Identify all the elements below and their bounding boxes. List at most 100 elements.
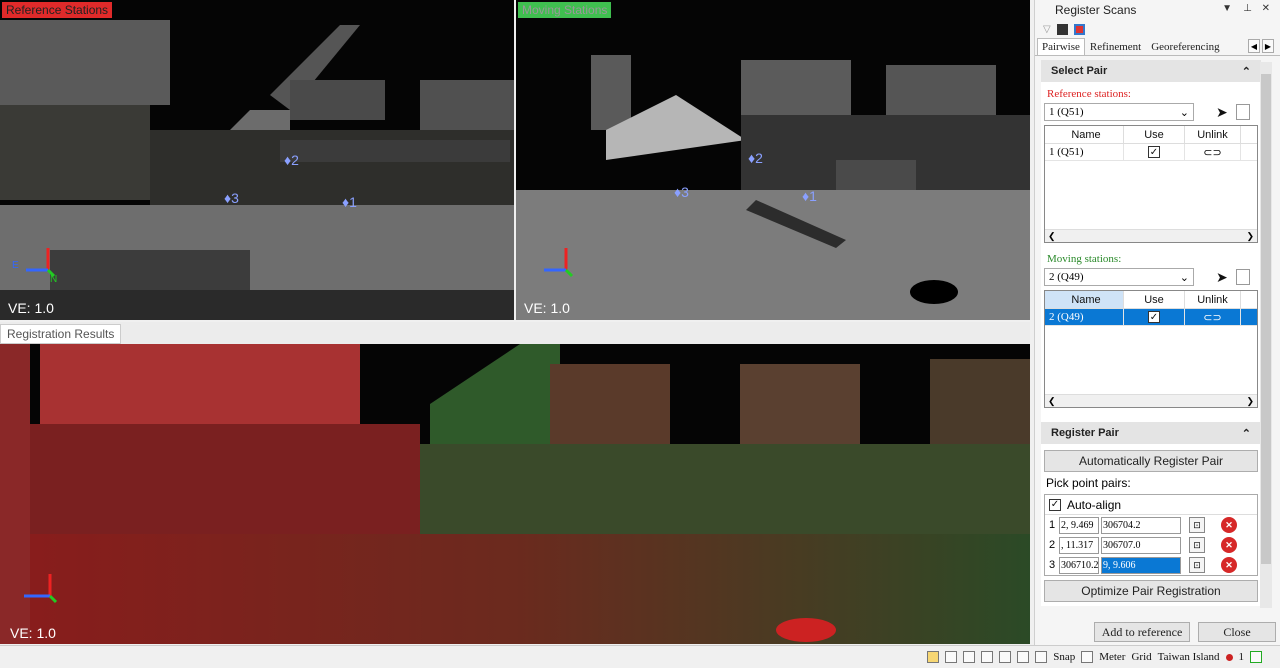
reference-ve-label: VE: 1.0 <box>8 300 54 316</box>
snap-toggle[interactable]: Snap <box>1053 651 1075 663</box>
tab-refinement[interactable]: Refinement <box>1085 38 1146 55</box>
locate-icon[interactable]: ⊡ <box>1189 557 1205 573</box>
grid-tool-icon[interactable] <box>981 651 994 663</box>
pick-arrow-icon[interactable]: ➤ <box>1216 269 1228 286</box>
locate-icon[interactable]: ⊡ <box>1189 517 1205 533</box>
axis-tool-icon[interactable] <box>1035 651 1048 663</box>
register-scans-panel: Register Scans ▼ ⊥ ✕ ▽ Pairwise Refineme… <box>1034 0 1280 645</box>
col-name[interactable]: Name <box>1045 291 1124 308</box>
close-icon[interactable]: ✕ <box>1262 3 1270 14</box>
col-use[interactable]: Use <box>1124 291 1185 308</box>
auto-register-button[interactable]: Automatically Register Pair <box>1044 450 1258 472</box>
moving-point-cloud <box>516 0 1030 320</box>
tab-georeferencing[interactable]: Georeferencing <box>1146 38 1224 55</box>
axis-e-label: E <box>12 260 19 271</box>
cube-icon[interactable] <box>1073 23 1085 35</box>
select-tool-icon[interactable] <box>927 651 940 663</box>
pin-icon[interactable]: ⊥ <box>1243 3 1252 14</box>
pair-a-input[interactable]: , 11.317 <box>1059 536 1099 554</box>
pick-box[interactable] <box>1235 269 1250 285</box>
lasso-icon[interactable] <box>945 651 958 663</box>
register-pair-header[interactable]: Register Pair ⌃ <box>1041 422 1261 444</box>
record-icon <box>1225 653 1233 661</box>
point-pair-row[interactable]: 3 306710.2 9, 9.606 ⊡ ✕ <box>1045 555 1257 575</box>
point-pairs-box: ✓ Auto-align 1 2, 9.469 306704.2 ⊡ ✕ 2 ,… <box>1044 494 1258 576</box>
units-icon <box>1081 651 1094 663</box>
registration-results-view[interactable]: VE: 1.0 <box>0 344 1030 644</box>
angle-icon[interactable] <box>1017 651 1030 663</box>
moving-stations-label: Moving stations: <box>1047 253 1122 265</box>
col-unlink[interactable]: Unlink <box>1185 126 1241 143</box>
table-row[interactable]: 2 (Q49) ✓ ⊂⊃ <box>1045 309 1257 326</box>
panel-title-bar: Register Scans ▼ ⊥ ✕ <box>1035 0 1280 20</box>
pick-box[interactable] <box>1235 104 1250 120</box>
status-bar: Snap Meter Grid Taiwan Island 1 <box>0 645 1280 668</box>
close-button[interactable]: Close <box>1198 622 1276 642</box>
reference-stations-select[interactable]: 1 (Q51) ⌄ <box>1044 103 1194 121</box>
station-marker-2[interactable]: ♦2 <box>748 150 763 166</box>
collapse-icon[interactable]: ⌃ <box>1242 427 1251 440</box>
tab-right-icon[interactable]: ▶ <box>1262 39 1274 53</box>
panel-toolbar: ▽ <box>1035 20 1280 38</box>
point-pair-row[interactable]: 1 2, 9.469 306704.2 ⊡ ✕ <box>1045 515 1257 535</box>
col-unlink[interactable]: Unlink <box>1185 291 1241 308</box>
units-label[interactable]: Meter <box>1099 651 1125 663</box>
measure-icon[interactable] <box>999 651 1012 663</box>
chevron-down-icon: ⌄ <box>1179 271 1189 284</box>
grid-hscroll[interactable]: ❮ ❯ <box>1045 229 1257 242</box>
reference-stations-label: Reference stations: <box>1047 88 1131 100</box>
location-label[interactable]: Taiwan Island <box>1158 651 1220 663</box>
axis-n-label: N <box>50 274 57 284</box>
delete-icon[interactable]: ✕ <box>1221 557 1237 573</box>
reference-stations-view[interactable]: Reference Stations ♦2 ♦3 ♦1 E N VE: 1.0 <box>0 0 514 320</box>
col-name[interactable]: Name <box>1045 126 1124 143</box>
chevron-down-icon: ⌄ <box>1179 106 1189 119</box>
use-checkbox[interactable]: ✓ <box>1148 311 1160 323</box>
filter-icon[interactable]: ▽ <box>1043 24 1051 35</box>
collapse-icon[interactable]: ⌃ <box>1242 65 1251 78</box>
network-icon[interactable] <box>1250 651 1262 663</box>
pair-b-input[interactable]: 9, 9.606 <box>1101 556 1181 574</box>
pair-b-input[interactable]: 306704.2 <box>1101 516 1181 534</box>
moving-stations-view[interactable]: Moving Stations ♦2 ♦3 ♦1 VE: 1.0 <box>516 0 1030 320</box>
delete-icon[interactable]: ✕ <box>1221 537 1237 553</box>
table-row[interactable]: 1 (Q51) ✓ ⊂⊃ <box>1045 144 1257 161</box>
count-label: 1 <box>1238 651 1245 663</box>
results-header: Registration Results <box>0 322 1030 344</box>
col-use[interactable]: Use <box>1124 126 1185 143</box>
dropdown-icon[interactable]: ▼ <box>1222 3 1232 14</box>
unlink-icon[interactable]: ⊂⊃ <box>1185 144 1241 160</box>
fence-icon[interactable] <box>963 651 976 663</box>
panel-scrollbar[interactable] <box>1260 62 1272 608</box>
optimize-pair-button[interactable]: Optimize Pair Registration <box>1044 580 1258 602</box>
pick-arrow-icon[interactable]: ➤ <box>1216 104 1228 121</box>
station-marker-3[interactable]: ♦3 <box>224 190 239 206</box>
register-pair-body: Automatically Register Pair Pick point p… <box>1041 444 1261 606</box>
use-checkbox[interactable]: ✓ <box>1148 146 1160 158</box>
station-marker-2[interactable]: ♦2 <box>284 152 299 168</box>
pair-a-input[interactable]: 2, 9.469 <box>1059 516 1099 534</box>
moving-stations-select[interactable]: 2 (Q49) ⌄ <box>1044 268 1194 286</box>
station-marker-1[interactable]: ♦1 <box>802 188 817 204</box>
reference-stations-grid[interactable]: Name Use Unlink 1 (Q51) ✓ ⊂⊃ ❮ ❯ <box>1044 125 1258 243</box>
point-pair-row[interactable]: 2 , 11.317 306707.0 ⊡ ✕ <box>1045 535 1257 555</box>
station-marker-1[interactable]: ♦1 <box>342 194 357 210</box>
pair-a-input[interactable]: 306710.2 <box>1059 556 1099 574</box>
select-pair-header[interactable]: Select Pair ⌃ <box>1041 60 1261 82</box>
auto-align-checkbox[interactable]: ✓ <box>1049 498 1061 511</box>
station-marker-3[interactable]: ♦3 <box>674 184 689 200</box>
delete-icon[interactable]: ✕ <box>1221 517 1237 533</box>
moving-view-label: Moving Stations <box>518 2 612 18</box>
add-to-reference-button[interactable]: Add to reference <box>1094 622 1190 642</box>
grid-toggle[interactable]: Grid <box>1131 651 1151 663</box>
pair-b-input[interactable]: 306707.0 <box>1101 536 1181 554</box>
grid-hscroll[interactable]: ❮ ❯ <box>1045 394 1257 407</box>
view-icon[interactable] <box>1056 23 1068 35</box>
tab-left-icon[interactable]: ◀ <box>1248 39 1260 53</box>
reference-view-label: Reference Stations <box>2 2 113 18</box>
tab-pairwise[interactable]: Pairwise <box>1037 38 1085 55</box>
moving-stations-grid[interactable]: Name Use Unlink 2 (Q49) ✓ ⊂⊃ ❮ ❯ <box>1044 290 1258 408</box>
unlink-icon[interactable]: ⊂⊃ <box>1185 309 1241 325</box>
panel-scroll-area[interactable]: Select Pair ⌃ Reference stations: 1 (Q51… <box>1041 60 1261 612</box>
locate-icon[interactable]: ⊡ <box>1189 537 1205 553</box>
